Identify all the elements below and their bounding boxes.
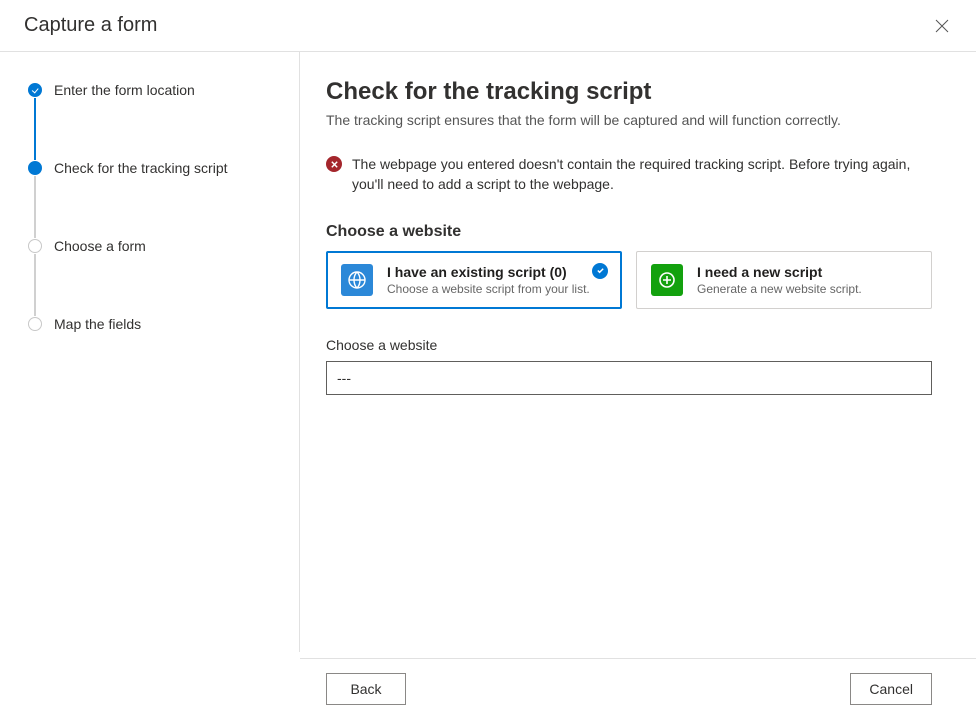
cancel-button[interactable]: Cancel <box>850 673 932 705</box>
back-button[interactable]: Back <box>326 673 406 705</box>
page-heading: Check for the tracking script <box>326 78 932 106</box>
error-message-row: The webpage you entered doesn't contain … <box>326 154 932 195</box>
close-button[interactable] <box>932 16 952 36</box>
dialog-title: Capture a form <box>24 14 157 37</box>
script-option-row: I have an existing script (0) Choose a w… <box>326 251 932 309</box>
step-label: Choose a form <box>54 238 146 254</box>
step-marker-active-icon <box>28 161 42 175</box>
main-content: Check for the tracking script The tracki… <box>300 52 976 652</box>
step-label: Check for the tracking script <box>54 160 228 176</box>
option-desc: Choose a website script from your list. <box>387 282 590 296</box>
step-marker-icon <box>28 239 42 253</box>
section-title-choose-website: Choose a website <box>326 223 932 241</box>
step-label: Enter the form location <box>54 82 195 98</box>
error-icon <box>326 156 342 172</box>
page-subtitle: The tracking script ensures that the for… <box>326 112 932 128</box>
step-choose-form[interactable]: Choose a form <box>28 238 279 254</box>
option-new-script[interactable]: I need a new script Generate a new websi… <box>636 251 932 309</box>
step-enter-form-location[interactable]: Enter the form location <box>28 82 279 98</box>
step-connector <box>34 176 36 238</box>
step-marker-icon <box>28 317 42 331</box>
error-text: The webpage you entered doesn't contain … <box>352 154 922 195</box>
step-marker-completed-icon <box>28 83 42 97</box>
dialog-footer: Back Cancel <box>300 658 976 719</box>
option-desc: Generate a new website script. <box>697 282 862 296</box>
step-connector <box>34 254 36 316</box>
globe-icon <box>341 264 373 296</box>
step-connector <box>34 98 36 160</box>
close-icon <box>935 19 949 33</box>
website-select-input[interactable] <box>326 361 932 395</box>
option-title: I have an existing script (0) <box>387 264 590 280</box>
step-label: Map the fields <box>54 316 141 332</box>
step-map-fields[interactable]: Map the fields <box>28 316 279 332</box>
option-title: I need a new script <box>697 264 862 280</box>
wizard-steps-sidebar: Enter the form location Check for the tr… <box>0 52 300 652</box>
selected-check-icon <box>592 263 608 279</box>
dialog-body: Enter the form location Check for the tr… <box>0 52 976 652</box>
option-existing-script[interactable]: I have an existing script (0) Choose a w… <box>326 251 622 309</box>
dialog-header: Capture a form <box>0 0 976 52</box>
step-check-tracking-script[interactable]: Check for the tracking script <box>28 160 279 176</box>
website-select-label: Choose a website <box>326 337 932 353</box>
add-circle-icon <box>651 264 683 296</box>
